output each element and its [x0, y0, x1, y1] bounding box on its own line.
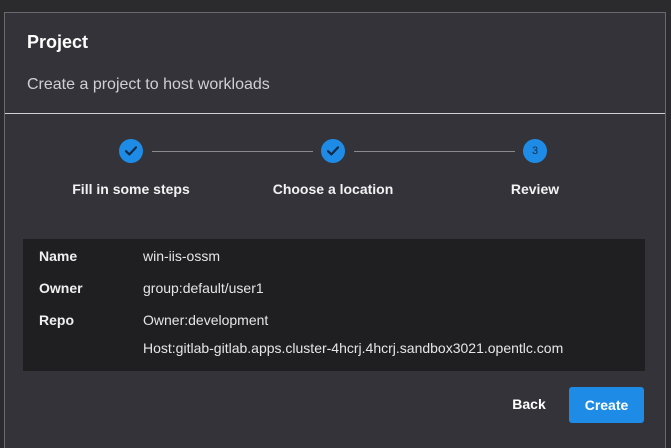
dialog-subtitle: Create a project to host workloads: [27, 76, 270, 93]
review-value: Owner:development: [143, 312, 269, 328]
dialog-title: Project: [27, 32, 89, 52]
stepper: 3 Fill in some steps Choose a location R…: [5, 138, 665, 208]
step-3-indicator: 3: [523, 139, 547, 163]
step-3-label: Review: [510, 181, 560, 197]
check-icon: [327, 146, 339, 156]
create-button[interactable]: Create: [569, 387, 644, 423]
review-key: Name: [39, 248, 78, 264]
step-2-indicator: [321, 139, 345, 163]
review-panel: Name win-iis-ossm Owner group:default/us…: [23, 239, 645, 371]
step-2-label: Choose a location: [272, 181, 394, 197]
review-key: Repo: [39, 312, 74, 328]
step-connector: [152, 151, 313, 152]
check-icon: [125, 146, 137, 156]
review-value: group:default/user1: [143, 280, 264, 296]
step-1-label: Fill in some steps: [72, 181, 190, 197]
dialog-header: Project Create a project to host workloa…: [5, 13, 665, 114]
step-number: 3: [531, 145, 539, 157]
review-value: win-iis-ossm: [143, 248, 220, 264]
review-key: Owner: [39, 280, 83, 296]
back-button[interactable]: Back: [499, 386, 559, 422]
review-value: Host:gitlab-gitlab.apps.cluster-4hcrj.4h…: [143, 340, 564, 356]
step-connector: [354, 151, 515, 152]
step-1-indicator: [119, 139, 143, 163]
project-dialog: Project Create a project to host workloa…: [4, 12, 666, 448]
